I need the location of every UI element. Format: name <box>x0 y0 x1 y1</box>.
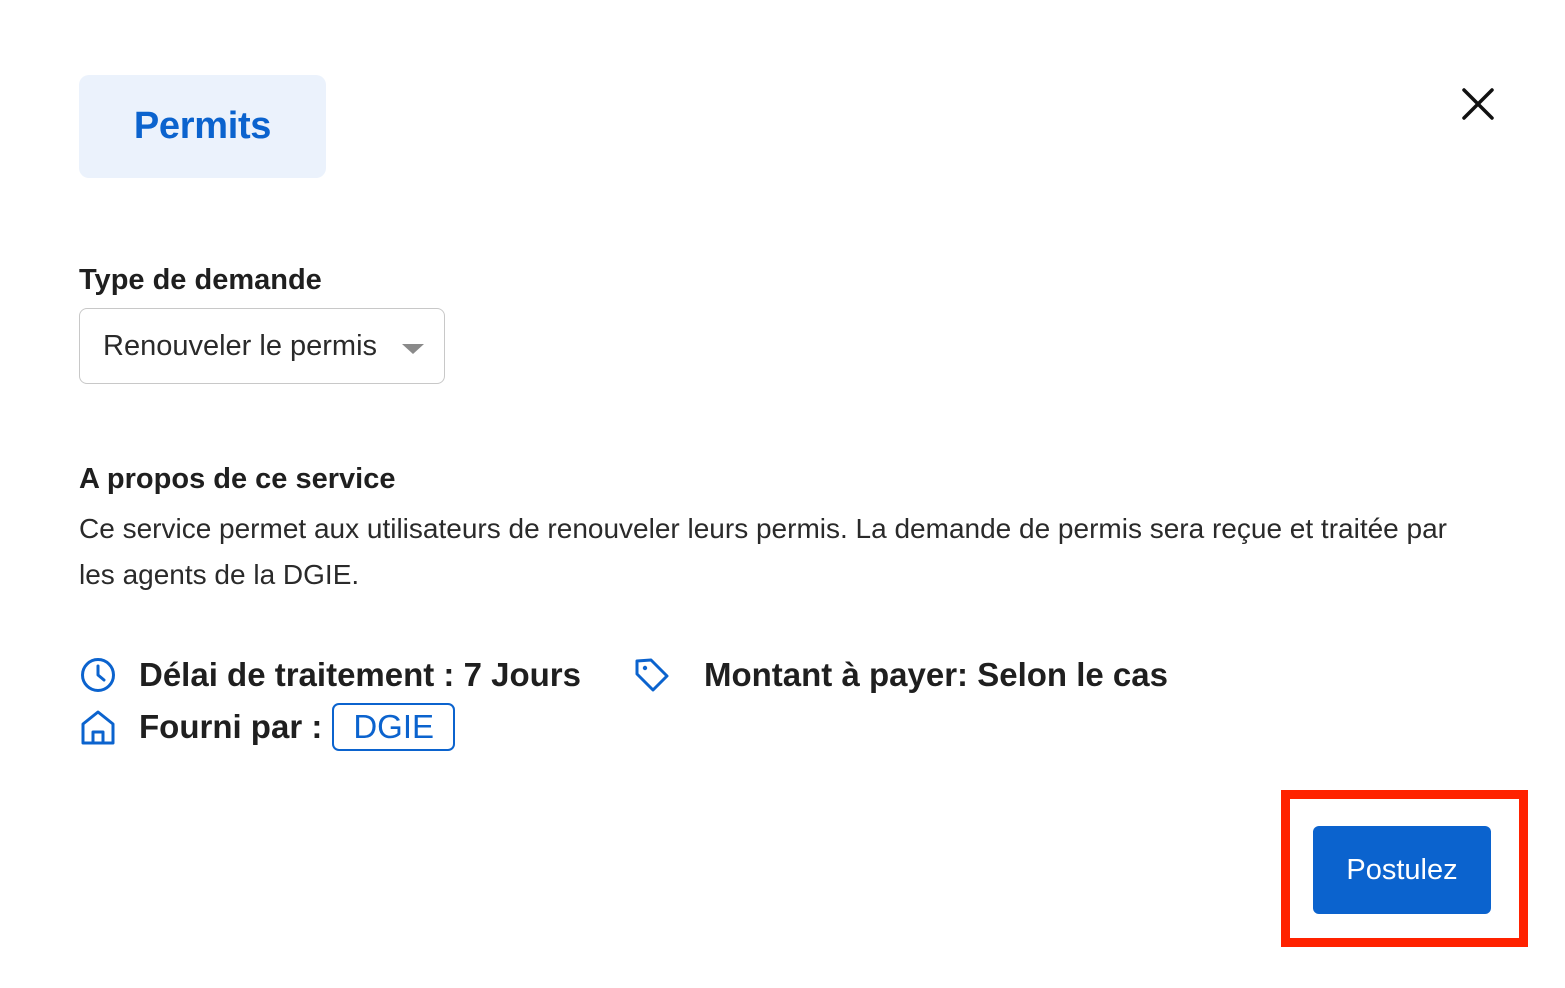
provider-row: Fourni par : DGIE <box>79 703 456 751</box>
clock-icon <box>79 656 117 694</box>
request-type-value: Renouveler le permis <box>103 329 378 362</box>
request-type-label: Type de demande <box>79 264 322 296</box>
processing-time-row: Délai de traitement : 7 Jours <box>79 656 581 694</box>
close-icon <box>1462 88 1494 120</box>
close-button[interactable] <box>1456 82 1500 126</box>
about-title: A propos de ce service <box>79 463 396 495</box>
category-label: Permits <box>133 105 272 147</box>
amount-text: Montant à payer: Selon le cas <box>704 656 1168 693</box>
apply-button[interactable]: Postulez <box>1313 826 1491 914</box>
about-description: Ce service permet aux utilisateurs de re… <box>79 513 1447 590</box>
category-tag: Permits <box>79 75 326 178</box>
home-icon <box>79 708 117 746</box>
provider-label: Fourni par : <box>139 708 323 745</box>
tag-icon <box>633 656 671 694</box>
provider-badge[interactable]: DGIE <box>332 703 456 751</box>
processing-time-text: Délai de traitement : 7 Jours <box>139 656 581 693</box>
amount-row: Montant à payer: Selon le cas <box>633 656 1168 694</box>
request-type-select[interactable]: Renouveler le permis <box>79 308 445 384</box>
caret-down-icon <box>402 344 424 354</box>
